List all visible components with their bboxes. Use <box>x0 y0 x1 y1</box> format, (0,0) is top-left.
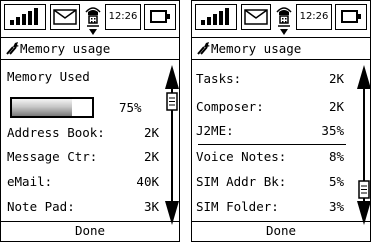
list-item[interactable]: Address Book: 2K <box>7 123 159 143</box>
title-bar: Memory usage <box>192 37 370 60</box>
list-item-value: 8% <box>328 149 344 164</box>
list-item-value: 3K <box>143 199 159 214</box>
list-item-value: 5% <box>328 174 344 189</box>
left-phone-screen: 12:26 Memory usage Memory Used 75% Addre… <box>0 0 180 242</box>
ringer-phone-icon <box>84 3 102 37</box>
list-item[interactable]: Voice Notes: 8% <box>196 147 344 167</box>
list-item-value: 3% <box>328 199 344 214</box>
memory-used-label-row: Memory Used <box>7 67 159 87</box>
list-item-value: 35% <box>321 123 344 138</box>
wrench-icon <box>197 42 210 55</box>
done-softkey[interactable]: Done <box>1 221 179 241</box>
clock-text: 12:26 <box>105 4 141 30</box>
memory-usage-progress-bar <box>10 97 94 118</box>
list-item[interactable]: J2ME: 35% <box>196 121 344 141</box>
list-item-label: SIM Addr Bk: <box>196 174 287 189</box>
ringer-phone-icon <box>275 3 293 37</box>
scrollbar[interactable] <box>164 65 179 225</box>
signal-icon <box>4 4 46 30</box>
list-item-value: 2K <box>328 71 344 86</box>
list-item-value: 2K <box>328 99 344 114</box>
wrench-icon <box>6 42 19 55</box>
memory-used-label: Memory Used <box>7 69 90 84</box>
list-item-label: Address Book: <box>7 125 105 140</box>
title-bar: Memory usage <box>1 37 179 60</box>
list-item[interactable]: eMail: 40K <box>7 172 159 192</box>
status-bar: 12:26 <box>1 1 179 35</box>
list-item-label: Voice Notes: <box>196 149 287 164</box>
list-item[interactable]: SIM Addr Bk: 5% <box>196 172 344 192</box>
list-item[interactable]: Tasks: 2K <box>196 69 344 89</box>
page-title: Memory usage <box>211 41 302 56</box>
battery-icon <box>335 4 367 30</box>
scroll-up-arrow-icon[interactable] <box>357 65 371 89</box>
list-item[interactable]: Composer: 2K <box>196 97 344 117</box>
divider <box>198 144 346 145</box>
list-item-label: Tasks: <box>196 71 242 86</box>
signal-icon <box>195 4 237 30</box>
done-softkey[interactable]: Done <box>192 221 370 241</box>
progress-fill <box>12 99 72 116</box>
scroll-thumb[interactable] <box>166 92 178 111</box>
list-item[interactable]: Message Ctr: 2K <box>7 147 159 167</box>
list-item-label: Composer: <box>196 99 264 114</box>
list-item-label: eMail: <box>7 174 53 189</box>
envelope-icon <box>50 4 80 30</box>
list-item-value: 40K <box>136 174 159 189</box>
scroll-up-arrow-icon[interactable] <box>165 65 179 89</box>
clock-text: 12:26 <box>296 4 332 30</box>
scroll-thumb[interactable] <box>358 180 370 199</box>
list-item-value: 2K <box>143 149 159 164</box>
envelope-icon <box>241 4 271 30</box>
scrollbar[interactable] <box>356 65 371 225</box>
page-title: Memory usage <box>20 41 111 56</box>
memory-used-percent: 75% <box>119 100 142 115</box>
list-item-label: Message Ctr: <box>7 149 98 164</box>
list-item[interactable]: SIM Folder: 3% <box>196 197 344 217</box>
list-item-label: SIM Folder: <box>196 199 279 214</box>
right-phone-screen: 12:26 Memory usage Tasks: 2K Composer: 2… <box>191 0 371 242</box>
battery-icon <box>144 4 176 30</box>
status-bar: 12:26 <box>192 1 370 35</box>
list-item[interactable]: Note Pad: 3K <box>7 197 159 217</box>
list-item-label: J2ME: <box>196 123 234 138</box>
list-item-label: Note Pad: <box>7 199 75 214</box>
list-item-value: 2K <box>143 125 159 140</box>
